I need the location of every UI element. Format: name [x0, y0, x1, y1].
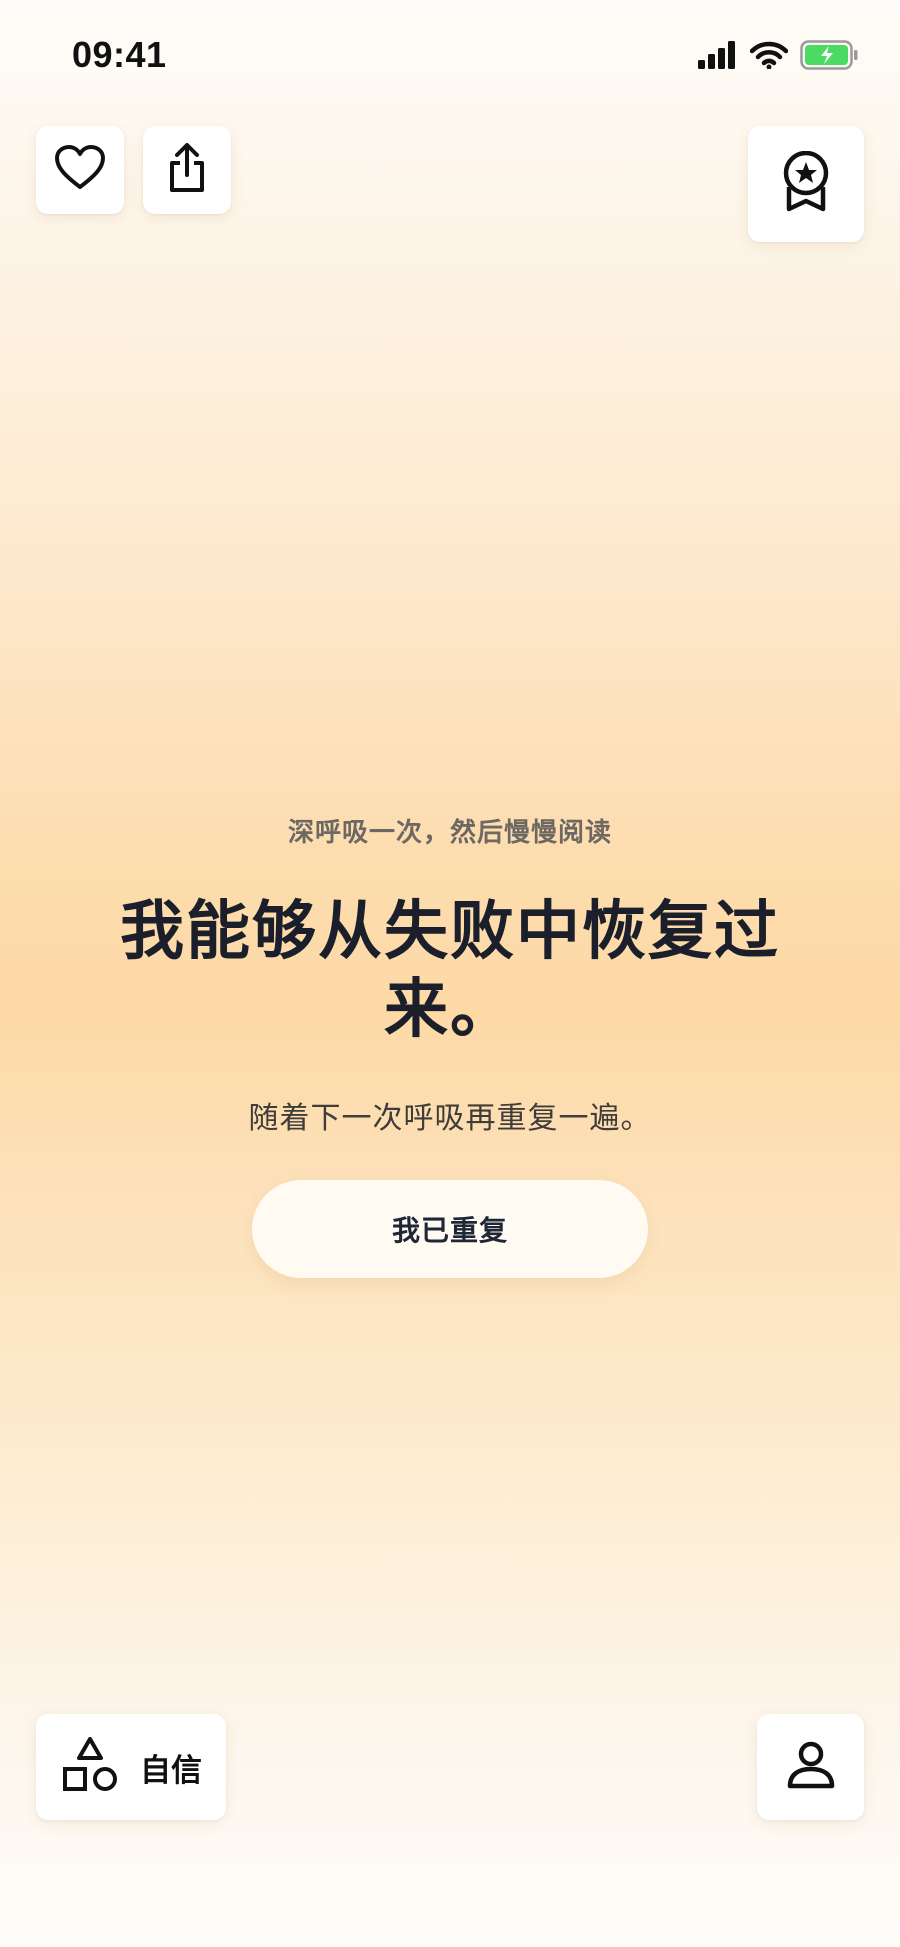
- achievements-button[interactable]: [748, 126, 864, 242]
- category-label: 自信: [140, 1752, 202, 1789]
- like-button[interactable]: [36, 126, 124, 214]
- heart-icon: [54, 145, 106, 195]
- cellular-signal-icon: [698, 41, 738, 73]
- category-button[interactable]: 自信: [36, 1714, 226, 1820]
- breathing-hint: 深呼吸一次，然后慢慢阅读: [287, 818, 612, 848]
- affirmation-panel: 深呼吸一次，然后慢慢阅读 我能够从失败中恢复过来。 随着下一次呼吸再重复一遍。: [0, 812, 900, 1137]
- share-button[interactable]: [143, 126, 231, 214]
- status-icons: [698, 40, 858, 74]
- profile-button[interactable]: [757, 1714, 864, 1820]
- repeat-instruction: 随着下一次呼吸再重复一遍。: [248, 1101, 652, 1136]
- profile-icon: [786, 1741, 836, 1793]
- repeated-button[interactable]: 我已重复: [252, 1180, 648, 1278]
- affirmation-text: 我能够从失败中恢复过来。: [120, 895, 780, 1047]
- wifi-icon: [749, 41, 789, 73]
- shapes-icon: [62, 1736, 118, 1798]
- status-time: 09:41: [72, 34, 167, 75]
- award-badge-icon: [780, 150, 832, 217]
- share-icon: [167, 143, 207, 197]
- battery-charging-icon: [800, 40, 858, 74]
